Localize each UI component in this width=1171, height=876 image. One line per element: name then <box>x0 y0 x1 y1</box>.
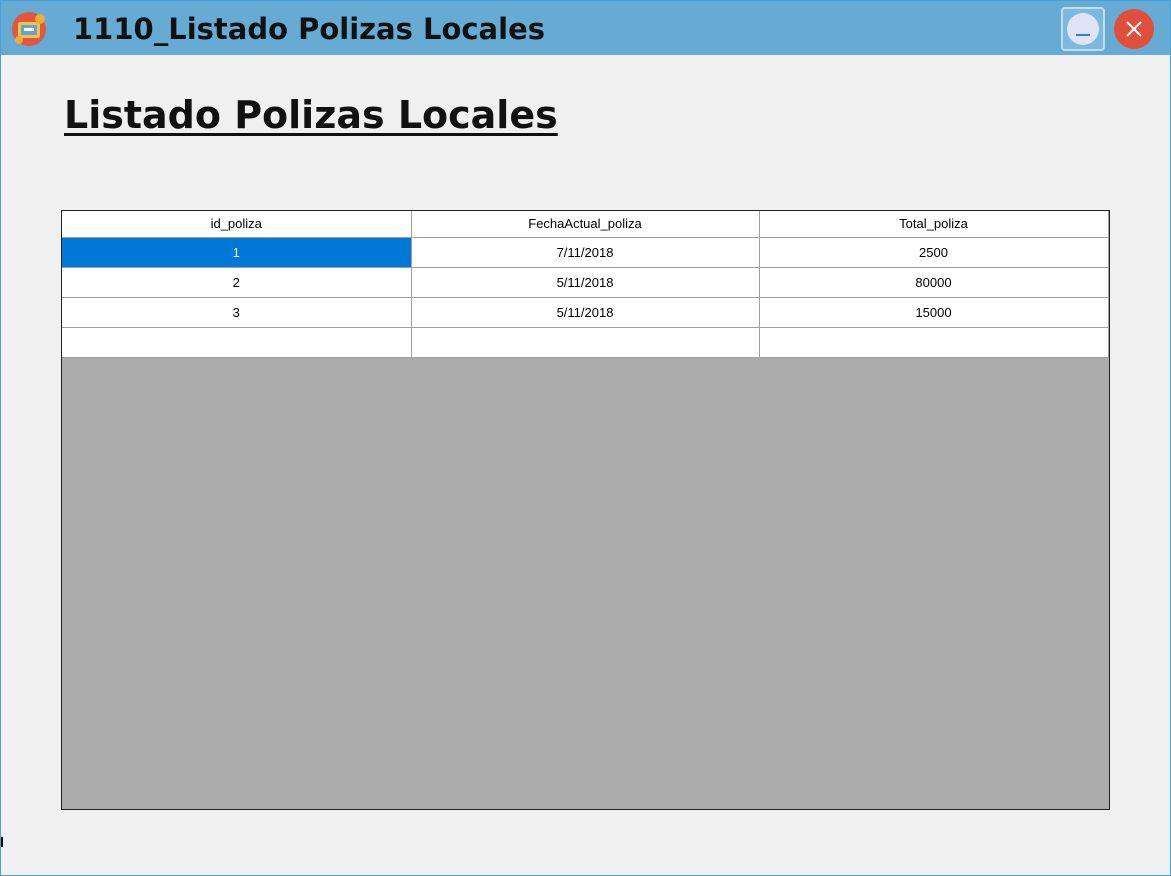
cell-id-poliza[interactable]: 3 <box>62 297 412 328</box>
cell-total-poliza[interactable]: 80000 <box>759 267 1109 298</box>
table-header-row: id_poliza FechaActual_poliza Total_poliz… <box>62 211 1109 238</box>
window-title: 1110_Listado Polizas Locales <box>73 12 546 46</box>
cell-total-poliza[interactable] <box>759 327 1109 358</box>
new-row[interactable] <box>62 327 1109 358</box>
close-icon <box>1126 21 1142 37</box>
cell-fecha-actual-poliza[interactable]: 5/11/2018 <box>411 267 760 298</box>
table-row[interactable]: 1 7/11/2018 2500 <box>62 237 1109 268</box>
cell-id-poliza[interactable]: 1 <box>62 237 412 268</box>
cell-fecha-actual-poliza[interactable]: 7/11/2018 <box>411 237 760 268</box>
column-header-total-poliza[interactable]: Total_poliza <box>759 211 1109 238</box>
minimize-button[interactable] <box>1061 7 1105 51</box>
title-bar[interactable]: 1110_Listado Polizas Locales <box>1 1 1170 55</box>
cell-total-poliza[interactable]: 15000 <box>759 297 1109 328</box>
cell-total-poliza[interactable]: 2500 <box>759 237 1109 268</box>
close-circle <box>1114 9 1154 49</box>
polizas-table: id_poliza FechaActual_poliza Total_poliz… <box>62 211 1109 358</box>
column-header-fecha-actual-poliza[interactable]: FechaActual_poliza <box>411 211 760 238</box>
app-logo-icon[interactable] <box>11 11 47 47</box>
cell-id-poliza[interactable] <box>62 327 412 358</box>
cell-fecha-actual-poliza[interactable] <box>411 327 760 358</box>
application-window: 1110_Listado Polizas Locales Listado Pol… <box>0 0 1171 876</box>
cell-fecha-actual-poliza[interactable]: 5/11/2018 <box>411 297 760 328</box>
table-row[interactable]: 2 5/11/2018 80000 <box>62 267 1109 298</box>
window-edge-mark <box>1 837 3 847</box>
page-title: Listado Polizas Locales <box>64 93 558 137</box>
column-header-id-poliza[interactable]: id_poliza <box>62 211 412 238</box>
polizas-data-grid[interactable]: id_poliza FechaActual_poliza Total_poliz… <box>61 210 1110 810</box>
close-button[interactable] <box>1110 7 1160 51</box>
minimize-icon <box>1067 13 1099 45</box>
table-row[interactable]: 3 5/11/2018 15000 <box>62 297 1109 328</box>
cell-id-poliza[interactable]: 2 <box>62 267 412 298</box>
